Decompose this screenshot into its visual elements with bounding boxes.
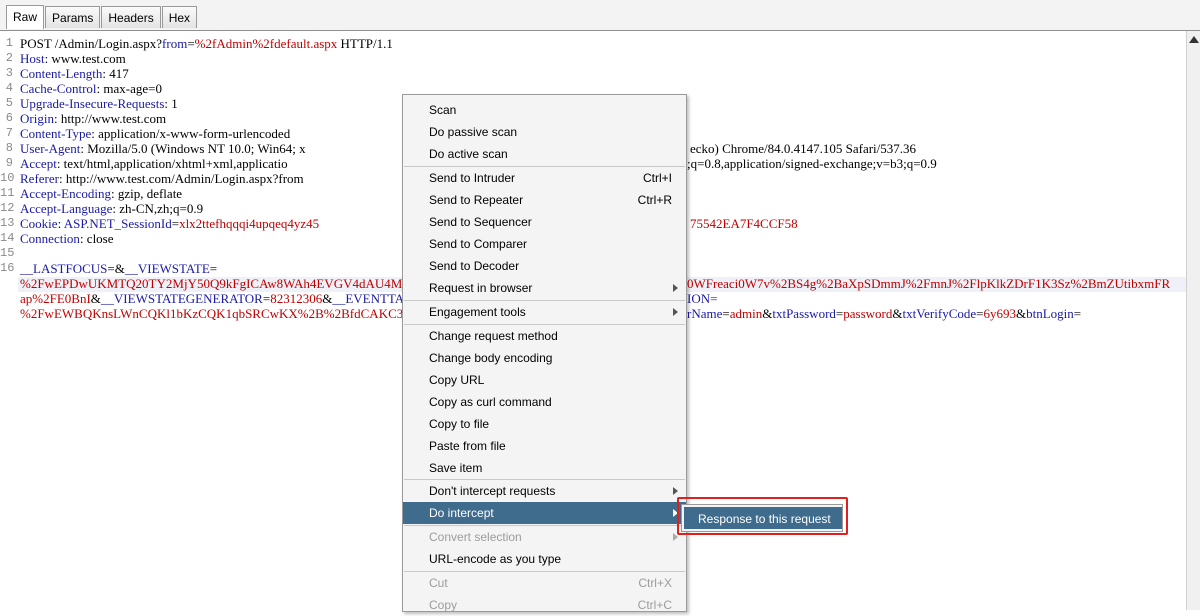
submenu-arrow-icon — [673, 308, 678, 316]
line-number: 6 — [5, 111, 13, 125]
header-accept-language: Accept-Language: zh-CN,zh;q=0.9 — [20, 201, 204, 216]
context-menu: Scan Do passive scan Do active scan Send… — [402, 94, 687, 612]
header-accept-tail: ;q=0.8,application/signed-exchange;v=b3;… — [687, 156, 937, 171]
submenu-arrow-icon — [673, 509, 678, 517]
shortcut-label: Ctrl+I — [642, 171, 672, 185]
menu-item-change-request-method[interactable]: Change request method — [403, 325, 686, 347]
menu-item-cut: Cut Ctrl+X — [429, 576, 672, 590]
line-number: 14 — [0, 231, 15, 245]
menu-item-engagement-tools[interactable]: Engagement tools — [403, 301, 686, 323]
body-line-2-tail: 0WFreaci0W7v%2BS4g%2BaXpSDmmJ%2FmnJ%2Flp… — [687, 276, 1171, 291]
body-line-4: %2FwEWBQKnsLWnCQKl1bKzCQK1qbSRCwKX%2B%2B… — [20, 306, 423, 321]
menu-item-url-encode-as-you-type[interactable]: URL-encode as you type — [403, 548, 686, 570]
body-line-2: %2FwEPDwUKMTQ20TY2MjY50Q9kFgICAw8WAh4EVG… — [20, 276, 421, 291]
do-intercept-submenu: Response to this request — [681, 504, 843, 532]
vertical-scrollbar[interactable] — [1186, 31, 1200, 610]
line-number: 1 — [5, 36, 13, 50]
line-number: 9 — [5, 156, 13, 170]
line-number: 5 — [5, 96, 13, 110]
header-connection: Connection: close — [20, 231, 114, 246]
menu-item-send-to-comparer[interactable]: Send to Comparer — [403, 233, 686, 255]
header-origin: Origin: http://www.test.com — [20, 111, 167, 126]
menu-item-copy-to-file[interactable]: Copy to file — [403, 413, 686, 435]
menu-item-scan[interactable]: Scan — [403, 99, 686, 121]
header-accept: Accept: text/html,application/xhtml+xml,… — [20, 156, 288, 171]
header-host: Host: www.test.com — [20, 51, 126, 66]
tab-headers[interactable]: Headers — [101, 6, 161, 28]
line-number: 16 — [0, 261, 15, 275]
menu-item-paste-from-file[interactable]: Paste from file — [403, 435, 686, 457]
menu-item-send-to-sequencer[interactable]: Send to Sequencer — [403, 211, 686, 233]
menu-item-active-scan[interactable]: Do active scan — [403, 143, 686, 165]
tab-raw[interactable]: Raw — [6, 5, 45, 29]
body-line-3: ap%2FE0BnI&__VIEWSTATEGENERATOR=82312306… — [20, 291, 405, 306]
menu-item-send-to-intruder[interactable]: Send to Intruder Ctrl+I — [403, 167, 686, 189]
header-upgrade-insecure: Upgrade-Insecure-Requests: 1 — [20, 96, 178, 111]
tab-params[interactable]: Params — [45, 6, 101, 28]
header-content-length: Content-Length: 417 — [20, 66, 129, 81]
request-line: POST /Admin/Login.aspx?from=%2fAdmin%2fd… — [20, 36, 393, 51]
header-accept-encoding: Accept-Encoding: gzip, deflate — [20, 186, 183, 201]
menu-item-response-to-this-request[interactable]: Response to this request — [684, 507, 842, 529]
menu-item-request-in-browser[interactable]: Request in browser — [403, 277, 686, 299]
body-line-1: __LASTFOCUS=&__VIEWSTATE= — [20, 261, 218, 276]
tab-hex[interactable]: Hex — [161, 6, 198, 28]
line-number: 3 — [5, 66, 13, 80]
menu-item-change-body-encoding[interactable]: Change body encoding — [403, 347, 686, 369]
body-line-3-tail: ION= — [687, 291, 718, 306]
header-cookie: Cookie: ASP.NET_SessionId=xlx2ttefhqqqi4… — [20, 216, 320, 231]
shortcut-label: Ctrl+R — [637, 193, 672, 207]
line-number: 4 — [5, 81, 13, 95]
line-number: 11 — [0, 186, 15, 200]
menu-item-convert-selection: Convert selection — [403, 526, 686, 548]
line-number: 13 — [0, 216, 15, 230]
submenu-arrow-icon — [673, 487, 678, 495]
menu-item-copy-url[interactable]: Copy URL — [403, 369, 686, 391]
menu-item-copy: Copy Ctrl+C — [429, 598, 672, 612]
line-number: 7 — [5, 126, 13, 140]
header-referer: Referer: http://www.test.com/Admin/Login… — [20, 171, 304, 186]
line-number: 2 — [5, 51, 13, 65]
submenu-arrow-icon — [673, 533, 678, 541]
header-user-agent: User-Agent: Mozilla/5.0 (Windows NT 10.0… — [20, 141, 306, 156]
header-cookie-tail: 75542EA7F4CCF58 — [690, 216, 798, 231]
menu-item-copy-as-curl[interactable]: Copy as curl command — [403, 391, 686, 413]
submenu-arrow-icon — [673, 284, 678, 292]
line-number: 10 — [0, 171, 15, 185]
menu-item-dont-intercept[interactable]: Don't intercept requests — [403, 480, 686, 502]
scroll-up-arrow-icon[interactable] — [1189, 36, 1199, 43]
tab-strip: Raw Params Headers Hex — [6, 5, 198, 29]
menu-item-passive-scan[interactable]: Do passive scan — [403, 121, 686, 143]
header-user-agent-tail: ecko) Chrome/84.0.4147.105 Safari/537.36 — [690, 141, 917, 156]
menu-item-send-to-decoder[interactable]: Send to Decoder — [403, 255, 686, 277]
line-number: 15 — [0, 246, 15, 260]
line-number: 12 — [0, 201, 15, 215]
header-content-type: Content-Type: application/x-www-form-url… — [20, 126, 291, 141]
line-number-gutter: 1 2 3 4 5 6 7 8 9 10 11 12 13 14 15 16 — [0, 31, 16, 610]
shortcut-label: Ctrl+X — [638, 576, 672, 590]
menu-item-send-to-repeater[interactable]: Send to Repeater Ctrl+R — [403, 189, 686, 211]
menu-item-save-item[interactable]: Save item — [403, 457, 686, 479]
header-cache-control: Cache-Control: max-age=0 — [20, 81, 162, 96]
line-number: 8 — [5, 141, 13, 155]
editor-tab-bar: Raw Params Headers Hex — [0, 0, 1200, 31]
menu-item-do-intercept[interactable]: Do intercept — [403, 502, 686, 524]
body-line-4-tail: rName=admin&txtPassword=password&txtVeri… — [687, 306, 1082, 321]
